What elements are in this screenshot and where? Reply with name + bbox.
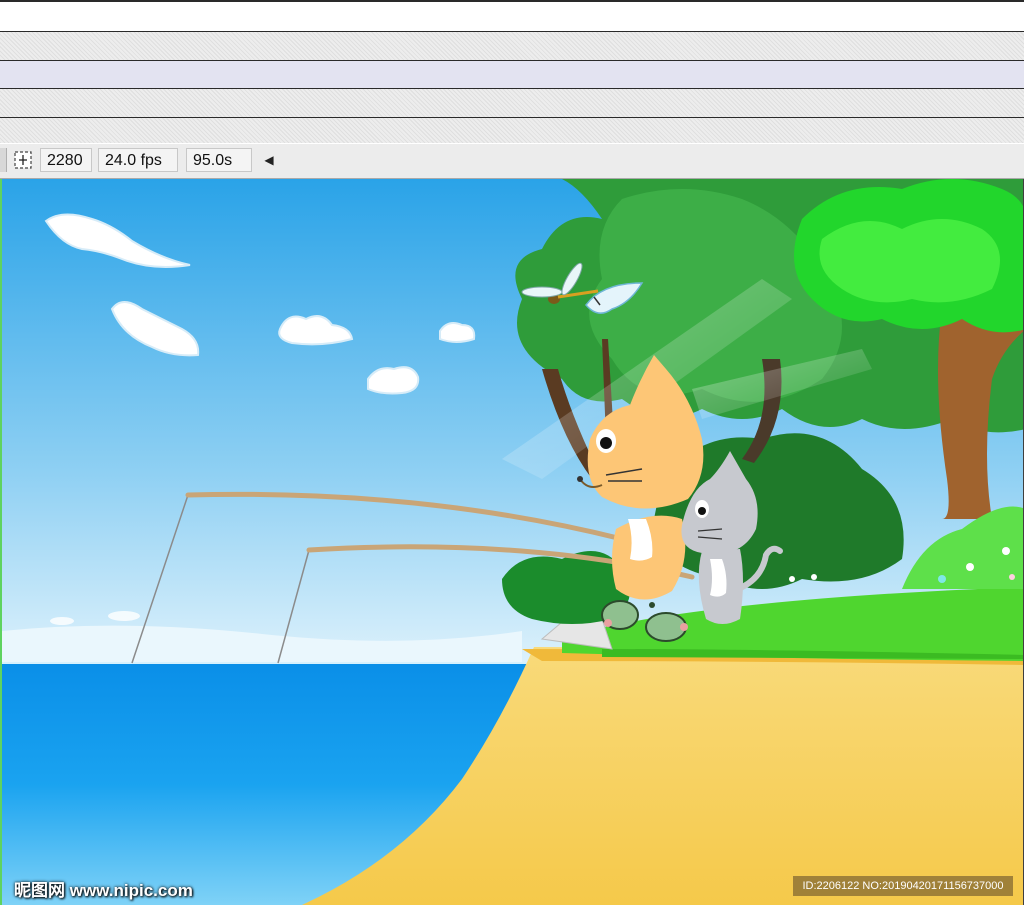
timeline-layer-row-2[interactable] bbox=[0, 32, 1024, 61]
timeline-layer-row-3[interactable] bbox=[0, 61, 1024, 89]
animation-stage[interactable] bbox=[0, 179, 1024, 905]
elapsed-time-field[interactable]: 95.0s bbox=[186, 148, 252, 172]
timeline-status-bar: 2280 24.0 fps 95.0s ◀ bbox=[0, 144, 1024, 179]
center-frame-icon[interactable] bbox=[12, 149, 34, 171]
current-frame-field[interactable]: 2280 bbox=[40, 148, 92, 172]
timeline-layer-row-5[interactable] bbox=[0, 118, 1024, 143]
timeline-layer-row-1[interactable] bbox=[0, 0, 1024, 32]
frame-rate-field[interactable]: 24.0 fps bbox=[98, 148, 178, 172]
timeline-layer-row-4[interactable] bbox=[0, 89, 1024, 118]
timeline-left-edge bbox=[0, 148, 7, 172]
scroll-left-arrow-icon[interactable]: ◀ bbox=[262, 150, 276, 170]
nipic-id-watermark: ID:2206122 NO:20190420171156737000 bbox=[793, 876, 1013, 896]
stage-scene-illustration bbox=[2, 179, 1024, 905]
nipic-site-watermark: 昵图网 www.nipic.com bbox=[14, 881, 193, 900]
